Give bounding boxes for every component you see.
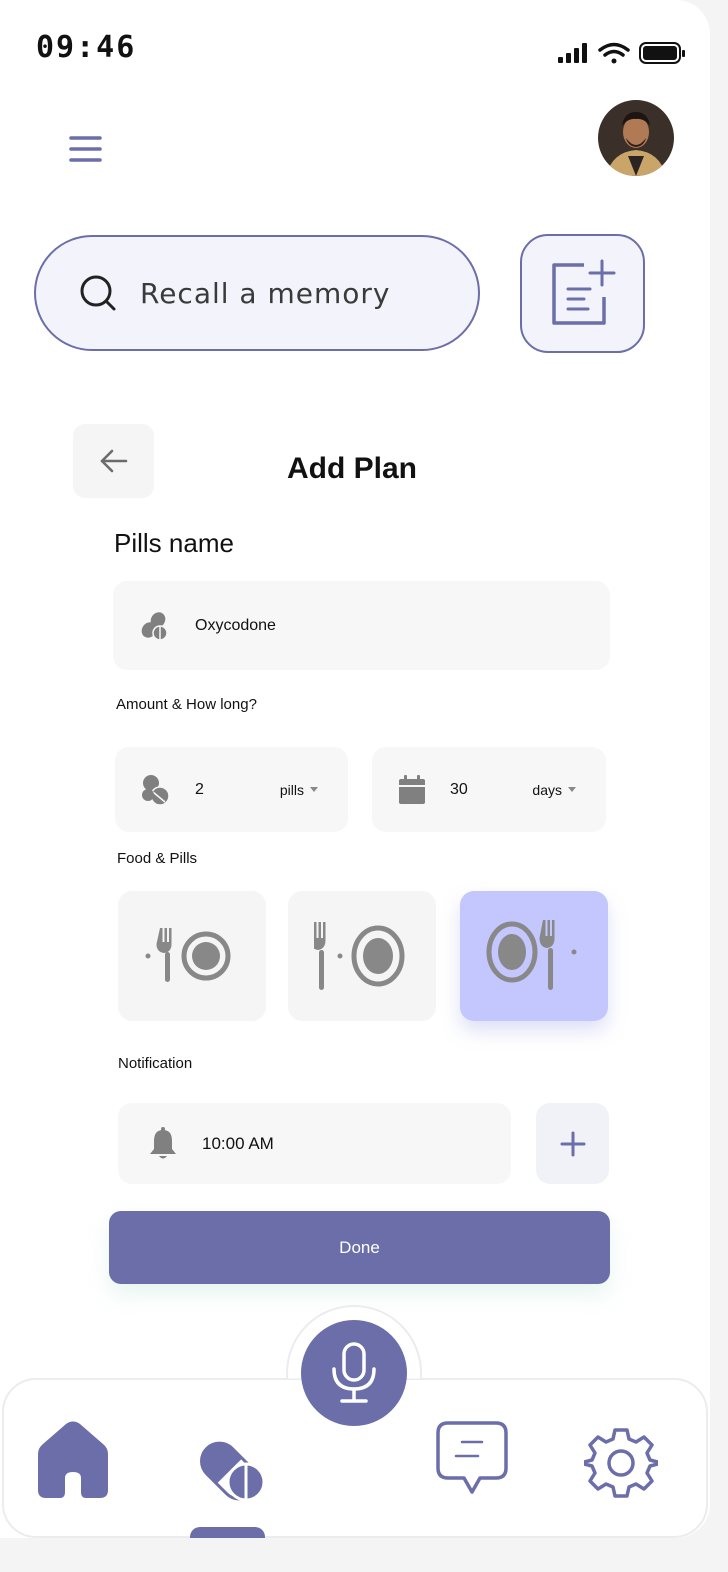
food-pills-label: Food & Pills (117, 850, 198, 867)
pills-name-value: Oxycodone (195, 616, 276, 634)
chevron-down-icon (568, 787, 576, 792)
search-placeholder: Recall a memory (140, 276, 391, 310)
between-meal-icon (314, 922, 405, 990)
active-tab-indicator (190, 1527, 265, 1538)
before-meal-icon (145, 928, 231, 982)
notification-time-field[interactable]: 10:00 AM (118, 1103, 511, 1184)
chat-icon (436, 1421, 508, 1494)
bell-icon (150, 1126, 176, 1158)
duration-unit-select[interactable]: days (532, 782, 576, 798)
microphone-button[interactable] (301, 1320, 407, 1426)
search-bar[interactable]: Recall a memory (34, 235, 480, 351)
battery-icon (639, 42, 685, 64)
duration-field[interactable]: 30 days (372, 747, 606, 832)
app-screen: 09:46 Recall a memory Add Plan Pills nam… (0, 0, 710, 1538)
hamburger-menu-icon[interactable] (66, 130, 106, 170)
pill-unit-select[interactable]: pills (280, 782, 318, 798)
microphone-icon (332, 1342, 376, 1403)
avatar[interactable] (598, 100, 674, 176)
nav-pills[interactable] (188, 1424, 268, 1509)
pill-quantity-value: 2 (195, 780, 204, 798)
pill-capsule-icon (142, 774, 170, 806)
status-icons (556, 40, 686, 68)
nav-chat[interactable] (434, 1420, 510, 1503)
notification-time-value: 10:00 AM (202, 1133, 274, 1153)
add-notification-button[interactable] (536, 1103, 609, 1184)
plus-icon (560, 1131, 585, 1156)
page-title: Add Plan (286, 452, 417, 485)
pills-name-field[interactable]: Oxycodone (113, 581, 610, 670)
nav-home[interactable] (34, 1420, 112, 1505)
add-note-icon (551, 259, 615, 325)
search-icon (80, 275, 116, 311)
after-meal-icon (486, 920, 577, 990)
calendar-icon (399, 774, 425, 804)
pills-icon (200, 1441, 266, 1502)
food-option-after-meal[interactable] (460, 891, 608, 1021)
signal-icon (558, 43, 587, 63)
notification-label: Notification (118, 1055, 193, 1072)
wifi-icon (598, 42, 630, 64)
status-time: 09:46 (36, 30, 137, 65)
food-option-before-meal[interactable] (118, 891, 266, 1021)
add-note-button[interactable] (520, 234, 645, 353)
duration-unit-value: days (532, 781, 562, 798)
amount-label: Amount & How long? (116, 696, 257, 713)
settings-icon (582, 1428, 660, 1498)
pills-icon (141, 611, 168, 641)
duration-value: 30 (450, 780, 468, 798)
food-option-with-meal[interactable] (288, 891, 436, 1021)
home-icon (38, 1421, 108, 1498)
pill-unit-value: pills (279, 781, 304, 798)
nav-settings[interactable] (582, 1426, 660, 1505)
chevron-down-icon (310, 787, 318, 792)
done-button[interactable]: Done (109, 1211, 610, 1284)
pill-quantity-field[interactable]: 2 pills (115, 747, 348, 832)
pills-name-label: Pills name (114, 528, 234, 558)
